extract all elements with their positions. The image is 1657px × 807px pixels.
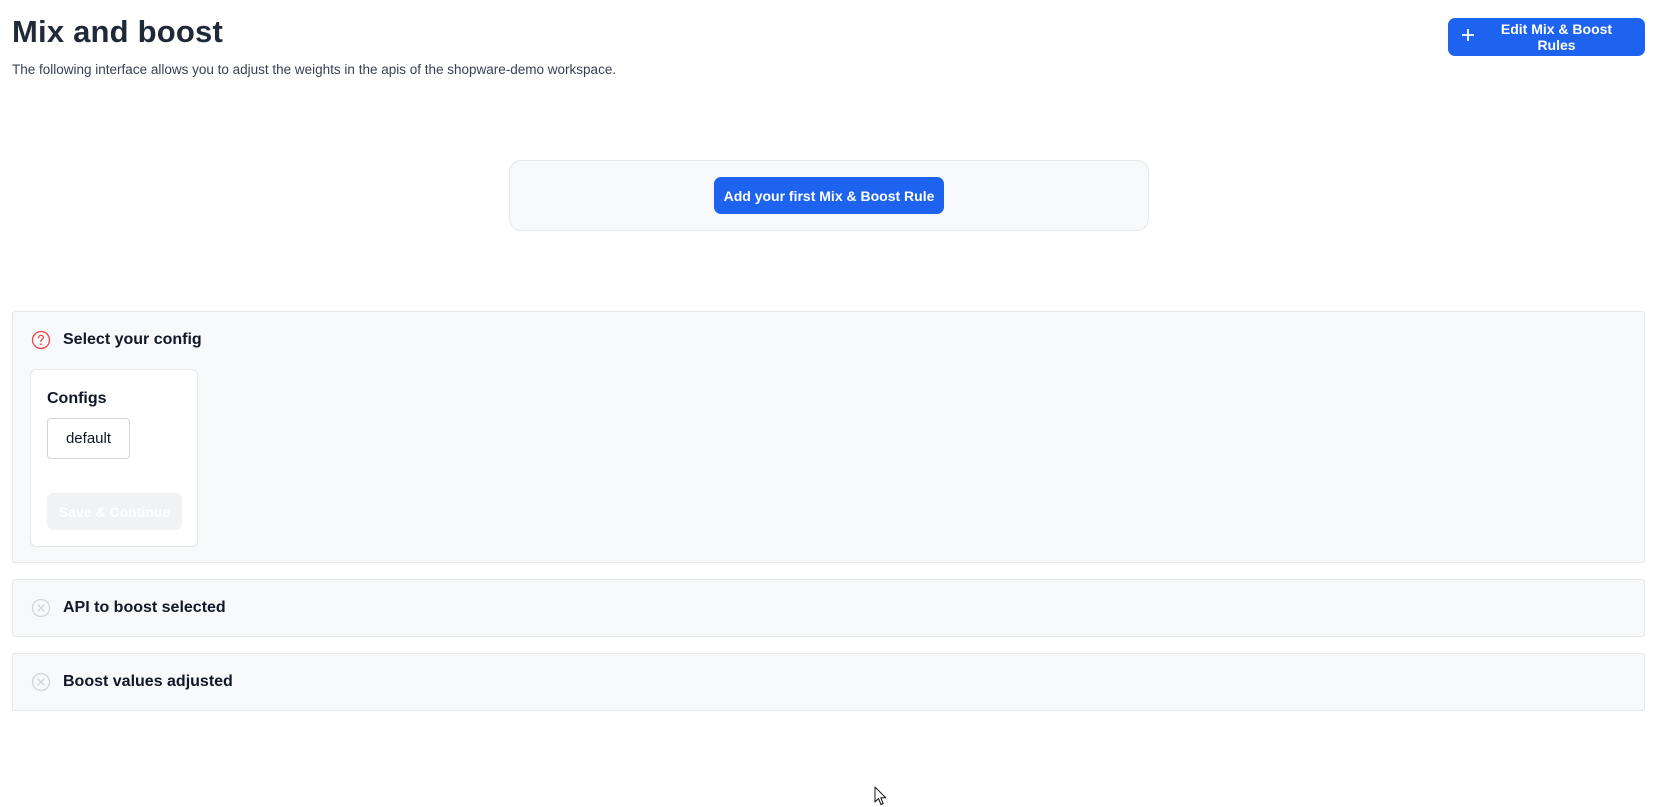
boost-values-title: Boost values adjusted	[63, 673, 233, 690]
api-to-boost-header[interactable]: API to boost selected	[31, 598, 226, 618]
api-to-boost-panel: API to boost selected	[12, 579, 1645, 637]
question-circle-icon	[31, 330, 51, 350]
select-config-panel: Select your config Configs default Save …	[12, 311, 1645, 563]
boost-values-header[interactable]: Boost values adjusted	[31, 672, 233, 692]
edit-mix-boost-rules-button[interactable]: Edit Mix & Boost Rules	[1448, 18, 1645, 56]
save-continue-button[interactable]: Save & Continue	[47, 493, 182, 530]
api-to-boost-title: API to boost selected	[63, 599, 226, 616]
plus-icon	[1461, 28, 1475, 42]
empty-rules-card: Add your first Mix & Boost Rule	[509, 160, 1149, 231]
page-title: Mix and boost	[12, 14, 223, 49]
select-config-header[interactable]: Select your config	[31, 330, 202, 350]
mouse-cursor-icon	[874, 786, 888, 807]
configs-card: Configs default Save & Continue	[30, 369, 198, 547]
boost-values-panel: Boost values adjusted	[12, 653, 1645, 711]
mix-and-boost-page: Mix and boost The following interface al…	[0, 0, 1657, 807]
page-subtitle: The following interface allows you to ad…	[12, 62, 617, 77]
x-circle-icon	[31, 598, 51, 618]
config-option-default[interactable]: default	[47, 418, 130, 459]
x-circle-icon	[31, 672, 51, 692]
edit-mix-boost-rules-label: Edit Mix & Boost Rules	[1500, 21, 1613, 53]
select-config-title: Select your config	[63, 331, 202, 348]
add-first-rule-button[interactable]: Add your first Mix & Boost Rule	[714, 177, 944, 214]
configs-label: Configs	[47, 390, 107, 407]
